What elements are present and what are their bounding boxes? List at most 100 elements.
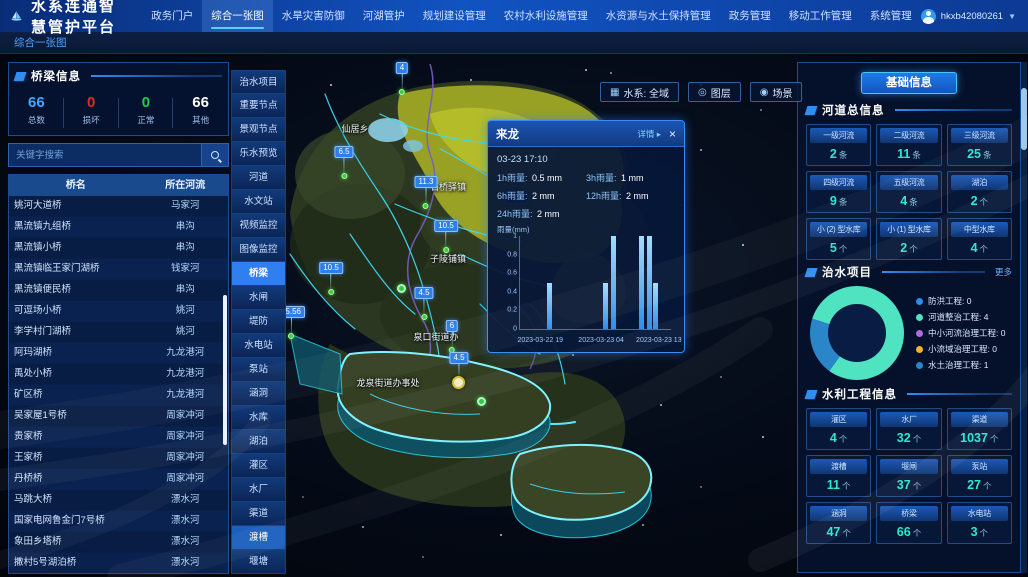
info-card-中型水库[interactable]: 中型水库4个 (947, 218, 1012, 260)
layer-menu-item-堤防[interactable]: 堤防 (231, 310, 286, 334)
table-row[interactable]: 李学村门湖桥姚河 (9, 322, 228, 343)
info-card-涵洞[interactable]: 涵洞47个 (806, 502, 871, 544)
layer-menu-item-重要节点[interactable]: 重要节点 (231, 94, 286, 118)
table-row[interactable]: 吴家屋1号桥周家冲河 (9, 406, 228, 427)
nav-tab-9[interactable]: 移动工作管理 (780, 0, 861, 32)
panel-scrollbar-thumb[interactable] (1021, 88, 1027, 150)
river-name-cell: 串沟 (143, 280, 228, 300)
layer-menu-item-水厂[interactable]: 水厂 (231, 478, 286, 502)
table-scrollbar[interactable] (223, 295, 227, 445)
layer-menu-item-渠道[interactable]: 渠道 (231, 502, 286, 526)
table-row[interactable]: 黑流镇临王家门湖桥钱家河 (9, 259, 228, 280)
layer-menu-item-渡槽[interactable]: 渡槽 (231, 526, 286, 550)
info-card-灌区[interactable]: 灌区4个 (806, 408, 871, 450)
table-row[interactable]: 禹处小桥九龙港河 (9, 364, 228, 385)
table-row[interactable]: 黑流镇小桥串沟 (9, 238, 228, 259)
table-row[interactable]: 可逗场小桥姚河 (9, 301, 228, 322)
layer-menu-item-桥梁[interactable]: 桥梁 (231, 262, 286, 286)
table-row[interactable]: 矿区桥九龙港河 (9, 385, 228, 406)
nav-tab-3[interactable]: 水旱灾害防御 (273, 0, 354, 32)
table-row[interactable]: 阿玛湖桥九龙港河 (9, 343, 228, 364)
nav-tab-2[interactable]: 综合一张图 (202, 0, 273, 32)
search-button[interactable] (201, 143, 229, 167)
camera-marker[interactable] (477, 397, 486, 406)
more-link[interactable]: 更多 (995, 266, 1012, 278)
info-card-桥梁[interactable]: 桥梁66个 (876, 502, 941, 544)
nav-tab-1[interactable]: 政务门户 (142, 0, 202, 32)
info-card-五级河流[interactable]: 五级河流4条 (876, 171, 941, 213)
info-card-水厂[interactable]: 水厂32个 (876, 408, 941, 450)
info-card-一级河流[interactable]: 一级河流2条 (806, 124, 871, 166)
layer-menu-item-湖泊[interactable]: 湖泊 (231, 430, 286, 454)
basic-info-tab[interactable]: 基础信息 (861, 72, 957, 94)
nav-tab-8[interactable]: 政务管理 (720, 0, 780, 32)
info-card-堰闸[interactable]: 堰闸37个 (876, 455, 941, 497)
table-row[interactable]: 王家桥周家冲河 (9, 448, 228, 469)
nav-tab-4[interactable]: 河湖管护 (354, 0, 414, 32)
table-row[interactable]: 黑流镇九组桥串沟 (9, 217, 228, 238)
table-row[interactable]: 国家电网鲁金门7号桥漂水河 (9, 511, 228, 532)
info-card-渡槽[interactable]: 渡槽11个 (806, 455, 871, 497)
info-card-小 (1) 型水库[interactable]: 小 (1) 型水库2个 (876, 218, 941, 260)
layer-menu-item-乐水预览[interactable]: 乐水预览 (231, 142, 286, 166)
layer-menu-item-水电站[interactable]: 水电站 (231, 334, 286, 358)
user-menu[interactable]: hkxb42080261 ▼ (921, 9, 1016, 24)
info-card-三级河流[interactable]: 三级河流25条 (947, 124, 1012, 166)
map-control-场景[interactable]: ◉场景 (750, 82, 803, 102)
water-level-marker[interactable]: 4 (396, 62, 408, 95)
info-card-泵站[interactable]: 泵站27个 (947, 455, 1012, 497)
info-card-小 (2) 型水库[interactable]: 小 (2) 型水库5个 (806, 218, 871, 260)
table-row[interactable]: 象田乡塔桥漂水河 (9, 532, 228, 553)
water-level-marker[interactable]: 10.5 (434, 220, 458, 253)
layer-menu-item-水闸[interactable]: 水闸 (231, 286, 286, 310)
map-control-图层[interactable]: ◎图层 (688, 82, 741, 102)
layer-menu-item-河道[interactable]: 河道 (231, 166, 286, 190)
panel-scrollbar[interactable] (1021, 62, 1027, 573)
layer-menu-item-堰塘[interactable]: 堰塘 (231, 550, 286, 574)
table-row[interactable]: 撒村5号湖泊桥漂水河 (9, 553, 228, 574)
close-icon[interactable]: × (669, 128, 676, 140)
layer-menu-item-视频监控[interactable]: 视频监控 (231, 214, 286, 238)
poi-marker[interactable] (452, 376, 465, 389)
layer-menu-item-水文站[interactable]: 水文站 (231, 190, 286, 214)
starfield (0, 54, 2, 56)
water-level-marker[interactable]: 6 (446, 320, 458, 353)
nav-tab-6[interactable]: 农村水利设施管理 (495, 0, 597, 32)
info-card-渠道[interactable]: 渠道1037个 (947, 408, 1012, 450)
layer-menu-item-灌区[interactable]: 灌区 (231, 454, 286, 478)
water-level-marker[interactable]: 4.5 (414, 287, 433, 320)
map-control-水系: 全域[interactable]: ▦水系: 全域 (600, 82, 679, 102)
table-row[interactable]: 丹桥桥周家冲河 (9, 469, 228, 490)
nav-tab-7[interactable]: 水资源与水土保持管理 (597, 0, 720, 32)
layer-menu-item-泵站[interactable]: 泵站 (231, 358, 286, 382)
marker-dot (443, 247, 449, 253)
layer-menu-item-涵洞[interactable]: 涵洞 (231, 382, 286, 406)
stat-value: 66 (9, 94, 64, 111)
layer-menu-item-图像监控[interactable]: 图像监控 (231, 238, 286, 262)
info-card-水电站[interactable]: 水电站3个 (947, 502, 1012, 544)
layer-menu-item-水库[interactable]: 水库 (231, 406, 286, 430)
water-level-marker[interactable]: 10.5 (319, 262, 343, 295)
camera-marker[interactable] (397, 284, 406, 293)
layer-menu-item-治水项目[interactable]: 治水项目 (231, 70, 286, 94)
place-label-仙居乡: 仙居乡 (341, 122, 368, 135)
info-card-二级河流[interactable]: 二级河流11条 (876, 124, 941, 166)
water-level-marker[interactable]: 6.5 (334, 146, 353, 179)
nav-tab-5[interactable]: 规划建设管理 (414, 0, 495, 32)
table-row[interactable]: 姚河大道桥马家河 (9, 196, 228, 217)
river-name-cell: 周家冲河 (143, 448, 228, 468)
info-card-湖泊[interactable]: 湖泊2个 (947, 171, 1012, 213)
info-card-四级河流[interactable]: 四级河流9条 (806, 171, 871, 213)
nav-tab-10[interactable]: 系统管理 (861, 0, 921, 32)
chart-bar (603, 283, 608, 330)
search-input[interactable] (8, 143, 201, 167)
table-row[interactable]: 马跳大桥漂水河 (9, 490, 228, 511)
stat-label: 其他 (173, 114, 228, 126)
popup-detail-link[interactable]: 详情 ▸ (637, 128, 661, 140)
river-name-cell: 周家冲河 (143, 427, 228, 447)
table-row[interactable]: 黑流镇便民桥串沟 (9, 280, 228, 301)
breadcrumb[interactable]: 综合一张图 (0, 32, 1028, 54)
water-level-marker[interactable]: 11.3 (415, 176, 438, 209)
table-row[interactable]: 贵家桥周家冲河 (9, 427, 228, 448)
layer-menu-item-景观节点[interactable]: 景观节点 (231, 118, 286, 142)
